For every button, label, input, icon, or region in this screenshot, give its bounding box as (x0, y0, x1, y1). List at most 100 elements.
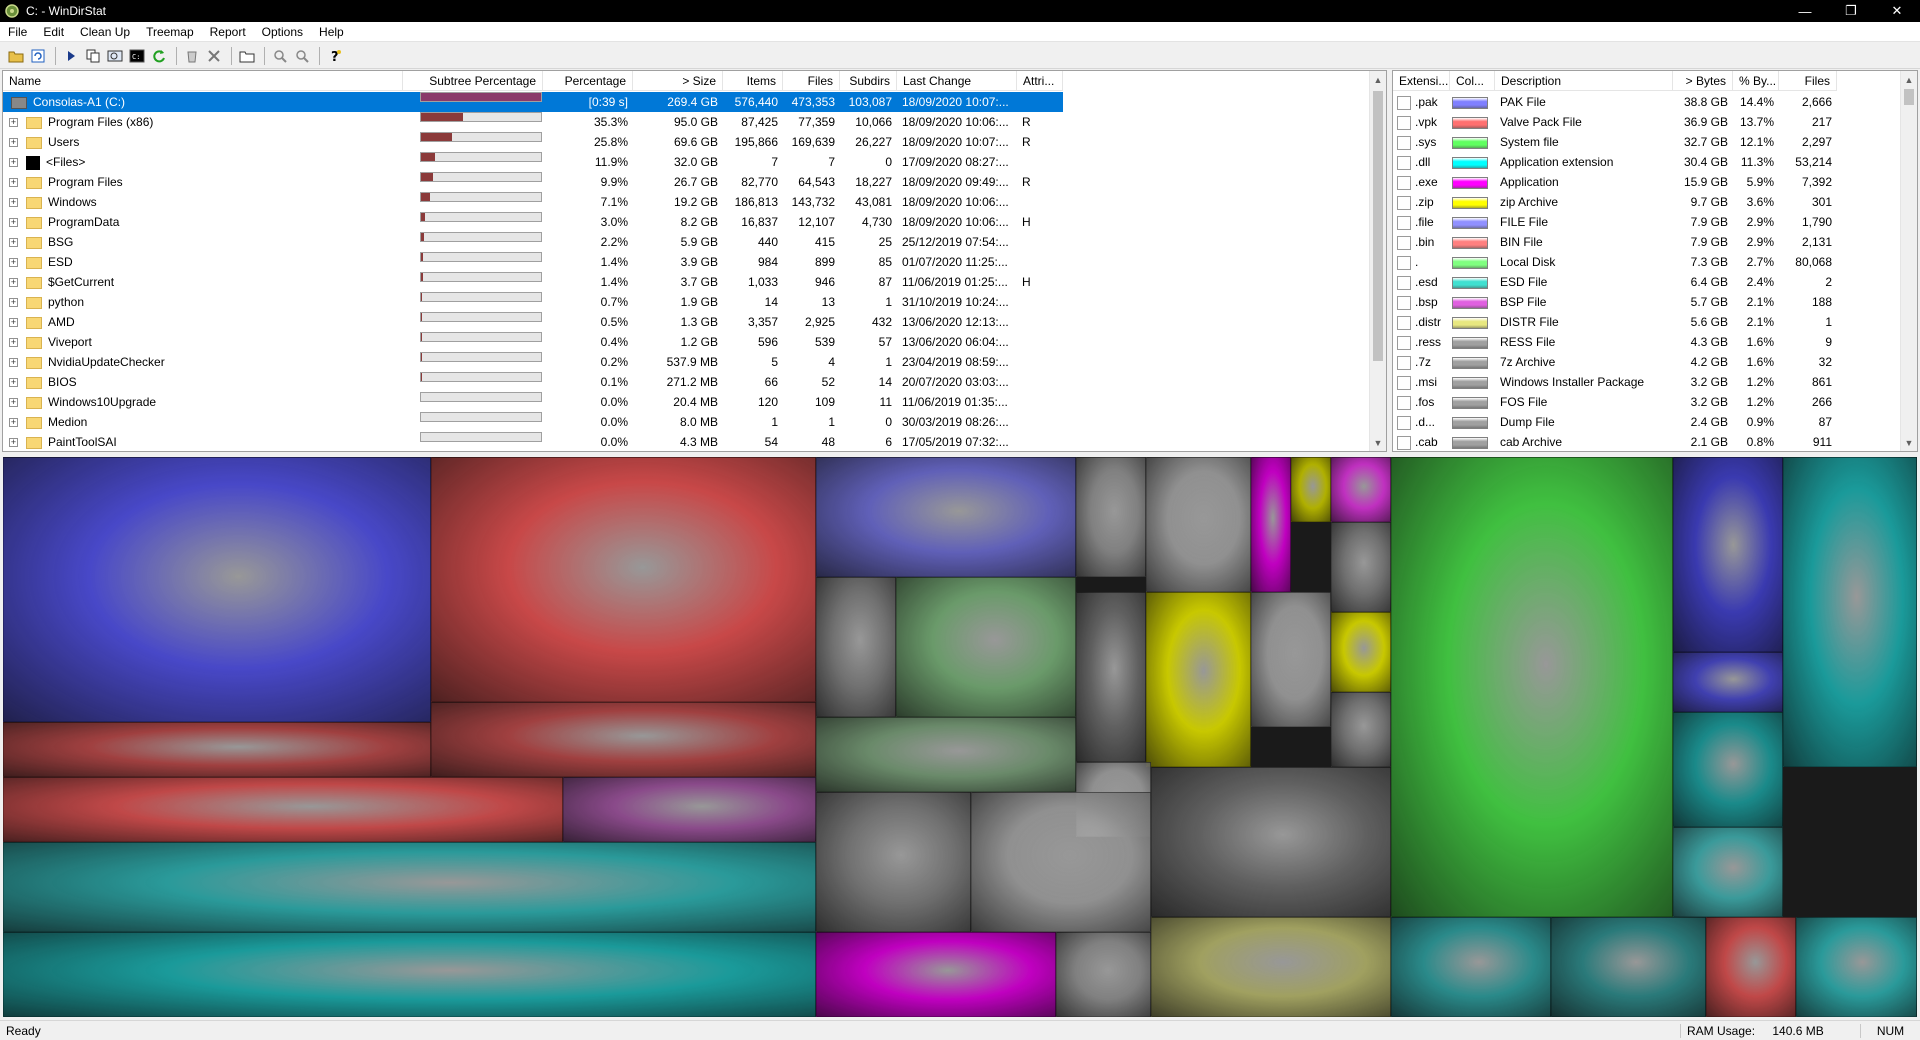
treemap-tile[interactable] (1331, 612, 1391, 692)
treemap-tile[interactable] (816, 577, 896, 717)
zoom-in-icon[interactable] (270, 46, 290, 66)
extension-row[interactable]: .7z 7z Archive 4.2 GB 1.6% 32 (1393, 352, 1837, 372)
treemap-tile[interactable] (816, 717, 1076, 792)
directory-row[interactable]: + BIOS 0.1% 271.2 MB 66 52 14 20/07/2020 03:03:… (3, 372, 1063, 392)
directory-row[interactable]: + <Files> 11.9% 32.0 GB 7 7 0 17/09/2020 08:27:… (3, 152, 1063, 172)
expand-icon[interactable]: + (9, 298, 18, 308)
directory-row[interactable]: + Program Files (x86) 35.3% 95.0 GB 87,425 77… (3, 112, 1063, 132)
expand-icon[interactable]: + (9, 198, 18, 208)
treemap-tile[interactable] (1146, 592, 1251, 767)
treemap-tile[interactable] (1056, 932, 1151, 1017)
close-button[interactable]: ✕ (1874, 0, 1920, 22)
directory-list[interactable]: Name Subtree Percentage Percentage > Siz… (2, 70, 1387, 452)
col-subtree-percentage[interactable]: Subtree Percentage (403, 71, 543, 91)
treemap-tile[interactable] (431, 457, 816, 702)
scroll-up-icon[interactable]: ▲ (1370, 71, 1386, 88)
treemap-tile[interactable] (1673, 652, 1783, 712)
play-icon[interactable] (61, 46, 81, 66)
directory-row[interactable]: + $GetCurrent 1.4% 3.7 GB 1,033 946 87 11/06/20… (3, 272, 1063, 292)
zoom-out-icon[interactable] (292, 46, 312, 66)
refresh-all-icon[interactable] (28, 46, 48, 66)
expand-icon[interactable]: + (9, 278, 18, 288)
extension-row[interactable]: .pak PAK File 38.8 GB 14.4% 2,666 (1393, 92, 1837, 112)
menu-edit[interactable]: Edit (35, 22, 72, 42)
extension-row[interactable]: .d... Dump File 2.4 GB 0.9% 87 (1393, 412, 1837, 432)
extension-row[interactable]: .exe Application 15.9 GB 5.9% 7,392 (1393, 172, 1837, 192)
extension-row[interactable]: .fos FOS File 3.2 GB 1.2% 266 (1393, 392, 1837, 412)
treemap-tile[interactable] (971, 792, 1151, 932)
expand-icon[interactable]: + (9, 378, 18, 388)
refresh-icon[interactable] (149, 46, 169, 66)
directory-row[interactable]: + Viveport 0.4% 1.2 GB 596 539 57 13/06/2020 06… (3, 332, 1063, 352)
col-bytes[interactable]: > Bytes (1673, 71, 1733, 91)
menu-clean-up[interactable]: Clean Up (72, 22, 138, 42)
treemap-tile[interactable] (1251, 592, 1331, 727)
extension-row[interactable]: .dll Application extension 30.4 GB 11.3% 53,… (1393, 152, 1837, 172)
menu-report[interactable]: Report (202, 22, 254, 42)
help-icon[interactable]: ? (325, 46, 345, 66)
extension-row[interactable]: .cab cab Archive 2.1 GB 0.8% 911 (1393, 432, 1837, 451)
expand-icon[interactable]: + (9, 338, 18, 348)
new-folder-icon[interactable] (237, 46, 257, 66)
expand-icon[interactable]: + (9, 438, 18, 448)
treemap-tile[interactable] (1076, 592, 1146, 762)
directory-row[interactable]: + AMD 0.5% 1.3 GB 3,357 2,925 432 13/06/2020 12… (3, 312, 1063, 332)
directory-row[interactable]: Consolas-A1 (C:) [0:39 s] 269.4 GB 576,440 4… (3, 92, 1063, 112)
directory-row[interactable]: + Medion 0.0% 8.0 MB 1 1 0 30/03/2019 08:26:... (3, 412, 1063, 432)
extension-row[interactable]: .vpk Valve Pack File 36.9 GB 13.7% 217 (1393, 112, 1837, 132)
expand-icon[interactable]: + (9, 158, 18, 168)
menu-options[interactable]: Options (254, 22, 311, 42)
treemap-tile[interactable] (1331, 522, 1391, 612)
directory-row[interactable]: + ProgramData 3.0% 8.2 GB 16,837 12,107 4,730 1… (3, 212, 1063, 232)
scroll-down-icon[interactable]: ▼ (1370, 434, 1386, 451)
explorer-icon[interactable] (105, 46, 125, 66)
directory-scrollbar[interactable]: ▲ ▼ (1369, 71, 1386, 451)
directory-row[interactable]: + Windows 7.1% 19.2 GB 186,813 143,732 43,081 1… (3, 192, 1063, 212)
treemap-tile[interactable] (3, 457, 431, 722)
menu-help[interactable]: Help (311, 22, 352, 42)
treemap-tile[interactable] (1673, 457, 1783, 652)
expand-icon[interactable]: + (9, 358, 18, 368)
extension-row[interactable]: .distr DISTR File 5.6 GB 2.1% 1 (1393, 312, 1837, 332)
recycle-icon[interactable] (182, 46, 202, 66)
col-ext-files[interactable]: Files (1779, 71, 1837, 91)
extension-row[interactable]: .ress RESS File 4.3 GB 1.6% 9 (1393, 332, 1837, 352)
directory-row[interactable]: + PaintToolSAI 0.0% 4.3 MB 54 48 6 17/05/2019 0… (3, 432, 1063, 451)
copy-path-icon[interactable] (83, 46, 103, 66)
treemap-tile[interactable] (1331, 692, 1391, 767)
treemap-tile[interactable] (1291, 457, 1331, 522)
treemap-tile[interactable] (1673, 827, 1783, 917)
directory-row[interactable]: + BSG 2.2% 5.9 GB 440 415 25 25/12/2019 07:54:.… (3, 232, 1063, 252)
treemap-tile[interactable] (1551, 917, 1706, 1017)
expand-icon[interactable]: + (9, 318, 18, 328)
col-name[interactable]: Name (3, 71, 403, 91)
extension-row[interactable]: .bin BIN File 7.9 GB 2.9% 2,131 (1393, 232, 1837, 252)
treemap-tile[interactable] (3, 722, 431, 777)
treemap-tile[interactable] (1251, 457, 1291, 592)
menu-file[interactable]: File (0, 22, 35, 42)
treemap-tile[interactable] (1706, 917, 1796, 1017)
treemap-tile[interactable] (816, 932, 1056, 1017)
treemap-tile[interactable] (3, 932, 816, 1017)
directory-row[interactable]: + NvidiaUpdateChecker 0.2% 537.9 MB 5 4 1 23/04… (3, 352, 1063, 372)
treemap-view[interactable] (3, 457, 1917, 1017)
treemap-tile[interactable] (3, 842, 816, 932)
directory-row[interactable]: + Users 25.8% 69.6 GB 195,866 169,639 26,227 18… (3, 132, 1063, 152)
extension-row[interactable]: .sys System file 32.7 GB 12.1% 2,297 (1393, 132, 1837, 152)
col-percentage[interactable]: Percentage (543, 71, 633, 91)
open-icon[interactable] (6, 46, 26, 66)
expand-icon[interactable]: + (9, 418, 18, 428)
command-prompt-icon[interactable]: C: (127, 46, 147, 66)
scroll-thumb[interactable] (1904, 89, 1914, 105)
treemap-tile[interactable] (816, 792, 971, 932)
scroll-thumb[interactable] (1373, 91, 1383, 361)
col-percent-bytes[interactable]: % By... (1733, 71, 1779, 91)
col-items[interactable]: Items (723, 71, 783, 91)
treemap-tile[interactable] (563, 777, 816, 842)
treemap-tile[interactable] (3, 777, 563, 842)
expand-icon[interactable]: + (9, 398, 18, 408)
treemap-tile[interactable] (1391, 917, 1551, 1017)
treemap-tile[interactable] (1391, 457, 1673, 917)
directory-row[interactable]: + Program Files 9.9% 26.7 GB 82,770 64,543 18,… (3, 172, 1063, 192)
extension-list[interactable]: Extensi... Col... Description > Bytes % … (1392, 70, 1918, 452)
